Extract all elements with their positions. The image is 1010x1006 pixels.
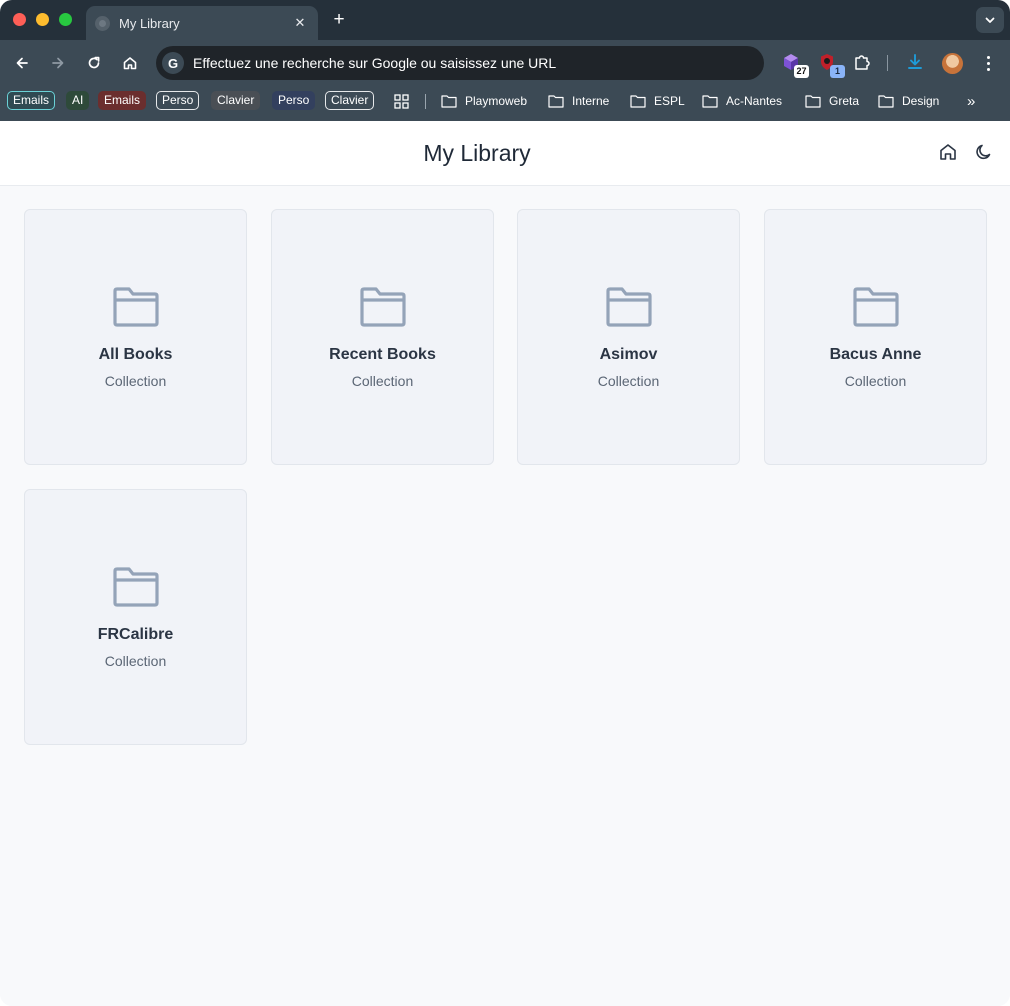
bookmark-folder-ac-nantes[interactable]: Ac-Nantes — [702, 92, 782, 110]
tab-strip: My Library ✕ + — [0, 0, 1010, 40]
chevron-down-icon — [985, 17, 995, 23]
menu-dot-icon — [986, 55, 990, 59]
bookmark-chip-ai[interactable]: AI — [66, 91, 90, 110]
bookmark-folder-label: ESPL — [654, 94, 685, 108]
globe-icon — [95, 15, 110, 31]
address-bar[interactable]: G Effectuez une recherche sur Google ou … — [156, 46, 764, 80]
bookmarks-bar: Emails AI Emails Perso Clavier Perso Cla… — [0, 86, 1010, 121]
close-tab-icon[interactable]: ✕ — [292, 15, 308, 31]
collection-card-bacus-anne[interactable]: Bacus Anne Collection — [764, 209, 987, 465]
extensions-button[interactable] — [852, 52, 874, 74]
bookmark-folder-playmoweb[interactable]: Playmoweb — [441, 92, 527, 110]
moon-icon — [976, 144, 991, 160]
bookmarks-overflow-button[interactable]: » — [967, 92, 975, 110]
collection-type: Collection — [844, 373, 907, 389]
collection-name: Recent Books — [329, 346, 436, 363]
folder-icon — [113, 567, 159, 607]
arrow-right-icon — [52, 57, 64, 69]
home-icon — [940, 144, 956, 160]
app-header: My Library — [0, 121, 1010, 186]
tab-search-button[interactable] — [976, 7, 1004, 33]
puzzle-icon — [855, 55, 870, 70]
bookmark-folder-interne[interactable]: Interne — [548, 92, 609, 110]
forward-button[interactable] — [45, 50, 71, 76]
page-content: My Library All Books Collection Recent B… — [0, 121, 1010, 1006]
bookmark-folder-greta[interactable]: Greta — [805, 92, 859, 110]
collection-card-frcalibre[interactable]: FRCalibre Collection — [24, 489, 247, 745]
tab-title: My Library — [119, 15, 180, 31]
page-title: My Library — [423, 140, 531, 166]
collection-type: Collection — [104, 373, 167, 389]
close-window-button[interactable] — [13, 13, 26, 26]
home-icon — [123, 57, 137, 70]
bookmark-folder-label: Greta — [829, 94, 860, 108]
bookmark-chip-perso-2[interactable]: Perso — [272, 91, 316, 110]
arrow-left-icon — [16, 57, 28, 69]
folder-icon — [113, 287, 159, 327]
bookmark-chip-emails[interactable]: Emails — [7, 91, 56, 110]
home-button[interactable] — [117, 50, 143, 76]
folder-icon — [548, 95, 564, 108]
folder-icon — [878, 95, 894, 108]
maximize-window-button[interactable] — [59, 13, 72, 26]
google-icon: G — [162, 52, 184, 74]
bookmark-chip-emails-2[interactable]: Emails — [98, 91, 147, 110]
tab-my-library[interactable]: My Library ✕ — [86, 6, 318, 40]
bookmarks-divider — [425, 94, 426, 109]
download-icon — [908, 54, 922, 69]
profile-avatar[interactable] — [942, 53, 963, 74]
collection-name: FRCalibre — [97, 626, 174, 643]
folder-icon — [441, 95, 457, 108]
folder-icon — [702, 95, 718, 108]
reload-icon — [88, 56, 100, 69]
toolbar: G Effectuez une recherche sur Google ou … — [0, 40, 1010, 86]
bookmark-folder-design[interactable]: Design — [878, 92, 939, 110]
dark-mode-toggle[interactable] — [973, 141, 995, 163]
browser-menu-button[interactable] — [978, 52, 998, 74]
bookmark-folder-label: Interne — [572, 94, 610, 108]
collection-name: All Books — [98, 346, 173, 363]
bookmark-folder-label: Design — [902, 94, 940, 108]
apps-grid-button[interactable] — [394, 92, 417, 110]
home-nav-button[interactable] — [937, 141, 959, 163]
collection-name: Bacus Anne — [829, 346, 922, 363]
bookmark-folder-label: Playmoweb — [465, 94, 528, 108]
grid-icon — [394, 93, 409, 109]
bookmark-chip-clavier[interactable]: Clavier — [211, 91, 261, 110]
bookmark-chip-perso[interactable]: Perso — [156, 91, 200, 110]
folder-icon — [805, 95, 821, 108]
cube-extension-button[interactable]: 27 — [781, 52, 809, 78]
collection-card-recent-books[interactable]: Recent Books Collection — [271, 209, 494, 465]
folder-icon — [853, 287, 899, 327]
folder-icon — [606, 287, 652, 327]
folder-icon — [630, 95, 646, 108]
bookmark-folder-espl[interactable]: ESPL — [630, 92, 685, 110]
toolbar-divider — [887, 55, 888, 71]
menu-dot-icon — [986, 67, 990, 71]
collection-card-all-books[interactable]: All Books Collection — [24, 209, 247, 465]
extension-badge-count: 1 — [830, 65, 845, 78]
bookmark-chip-clavier-2[interactable]: Clavier — [325, 91, 375, 110]
new-tab-button[interactable]: + — [330, 9, 348, 31]
collection-type: Collection — [597, 373, 660, 389]
collection-type: Collection — [351, 373, 414, 389]
folder-icon — [360, 287, 406, 327]
reload-button[interactable] — [81, 50, 107, 76]
extension-badge-count: 27 — [794, 65, 809, 78]
minimize-window-button[interactable] — [36, 13, 49, 26]
browser-window: My Library ✕ + G Effectuez une recherche… — [0, 0, 1010, 1006]
bookmark-folder-label: Ac-Nantes — [726, 94, 783, 108]
collection-type: Collection — [104, 653, 167, 669]
back-button[interactable] — [9, 50, 35, 76]
collection-name: Asimov — [599, 346, 658, 363]
collection-card-asimov[interactable]: Asimov Collection — [517, 209, 740, 465]
shield-extension-button[interactable]: 1 — [817, 52, 845, 78]
menu-dot-icon — [986, 61, 990, 65]
downloads-button[interactable] — [905, 52, 927, 74]
address-bar-placeholder: Effectuez une recherche sur Google ou sa… — [193, 55, 557, 71]
